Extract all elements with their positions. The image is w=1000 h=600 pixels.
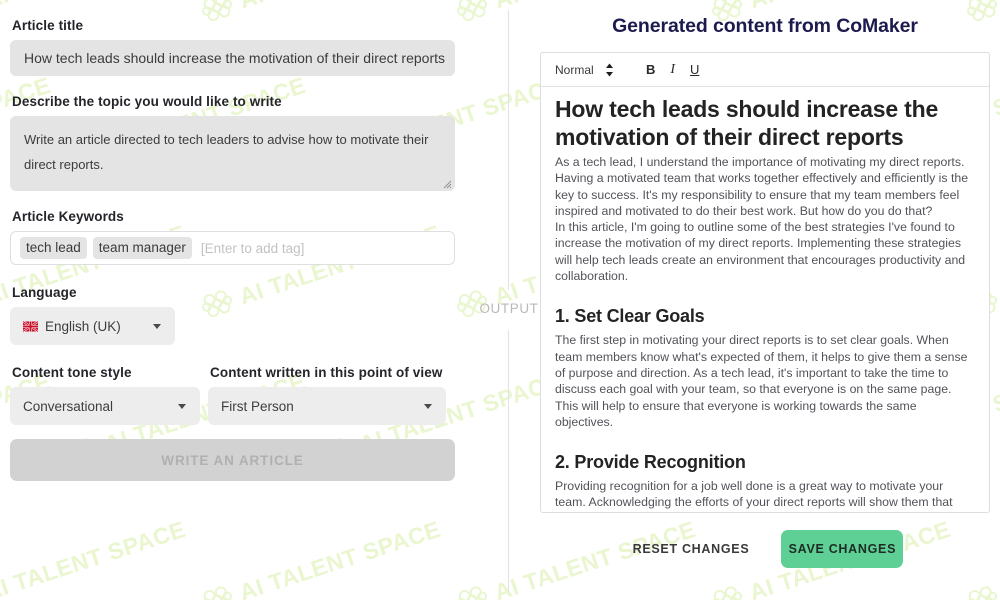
app-root: AI TALENT SPACE AI TALENT SPACE AI TALEN… xyxy=(0,0,1000,600)
article-title-input[interactable]: How tech leads should increase the motiv… xyxy=(10,40,455,76)
page-title: Generated content from CoMaker xyxy=(612,15,918,37)
tone-value: Conversational xyxy=(23,398,114,414)
underline-button[interactable]: U xyxy=(684,59,706,81)
chevron-down-icon xyxy=(424,404,432,409)
language-label: Language xyxy=(12,285,77,300)
updown-stepper-icon[interactable] xyxy=(602,61,618,79)
chevron-down-icon xyxy=(178,404,186,409)
generated-output-pane: Generated content from CoMaker Normal B … xyxy=(530,0,1000,600)
topic-textarea-wrapper: Write an article directed to tech leader… xyxy=(10,116,455,191)
tone-field: Content tone style Conversational xyxy=(10,365,200,425)
document-heading-1: How tech leads should increase the motiv… xyxy=(555,96,939,150)
editor-action-bar: RESET CHANGES SAVE CHANGES xyxy=(530,530,1000,568)
topic-label: Describe the topic you would like to wri… xyxy=(12,94,282,109)
editor-content[interactable]: How tech leads should increase the motiv… xyxy=(541,87,989,512)
keyword-tag[interactable]: tech lead xyxy=(20,237,87,259)
pov-value: First Person xyxy=(221,398,294,414)
pov-select[interactable]: First Person xyxy=(208,387,446,425)
article-title-label: Article title xyxy=(12,18,84,33)
document-paragraph: The first step in motivating your direct… xyxy=(555,333,968,429)
uk-flag-icon xyxy=(23,320,38,332)
pane-divider-lower xyxy=(508,330,509,592)
keyword-tag[interactable]: team manager xyxy=(92,237,192,259)
article-form-pane: Article title How tech leads should incr… xyxy=(0,0,470,600)
save-changes-button[interactable]: SAVE CHANGES xyxy=(781,530,904,568)
bold-button[interactable]: B xyxy=(640,59,662,81)
format-select-value[interactable]: Normal xyxy=(555,63,594,77)
chevron-down-icon xyxy=(153,324,161,329)
keywords-tag-input[interactable]: tech lead team manager [Enter to add tag… xyxy=(10,231,455,265)
document-paragraph: As a tech lead, I understand the importa… xyxy=(555,155,969,218)
language-value: English (UK) xyxy=(45,318,121,334)
reset-changes-button[interactable]: RESET CHANGES xyxy=(627,532,756,566)
pov-field: Content written in this point of view Fi… xyxy=(208,365,446,425)
language-select[interactable]: English (UK) xyxy=(10,307,175,345)
document-heading-2: 2. Provide Recognition xyxy=(555,452,746,473)
tone-label: Content tone style xyxy=(12,365,132,380)
keywords-label: Article Keywords xyxy=(12,209,124,224)
document-heading-2: 1. Set Clear Goals xyxy=(555,306,705,327)
tone-pov-row: Content tone style Conversational Conten… xyxy=(10,365,456,425)
italic-button[interactable]: I xyxy=(662,59,684,81)
write-an-article-button[interactable]: WRITE AN ARTICLE xyxy=(10,439,455,481)
editor-toolbar: Normal B I U xyxy=(541,53,989,87)
document-paragraph: Providing recognition for a job well don… xyxy=(555,479,962,512)
tone-select[interactable]: Conversational xyxy=(10,387,200,425)
pane-divider-upper xyxy=(508,10,509,290)
topic-textarea[interactable]: Write an article directed to tech leader… xyxy=(10,116,455,191)
keywords-placeholder: [Enter to add tag] xyxy=(200,240,305,256)
rich-text-editor: Normal B I U How tech leads should incre… xyxy=(540,52,990,513)
pov-label: Content written in this point of view xyxy=(210,365,443,380)
document-paragraph: In this article, I'm going to outline so… xyxy=(555,220,966,284)
